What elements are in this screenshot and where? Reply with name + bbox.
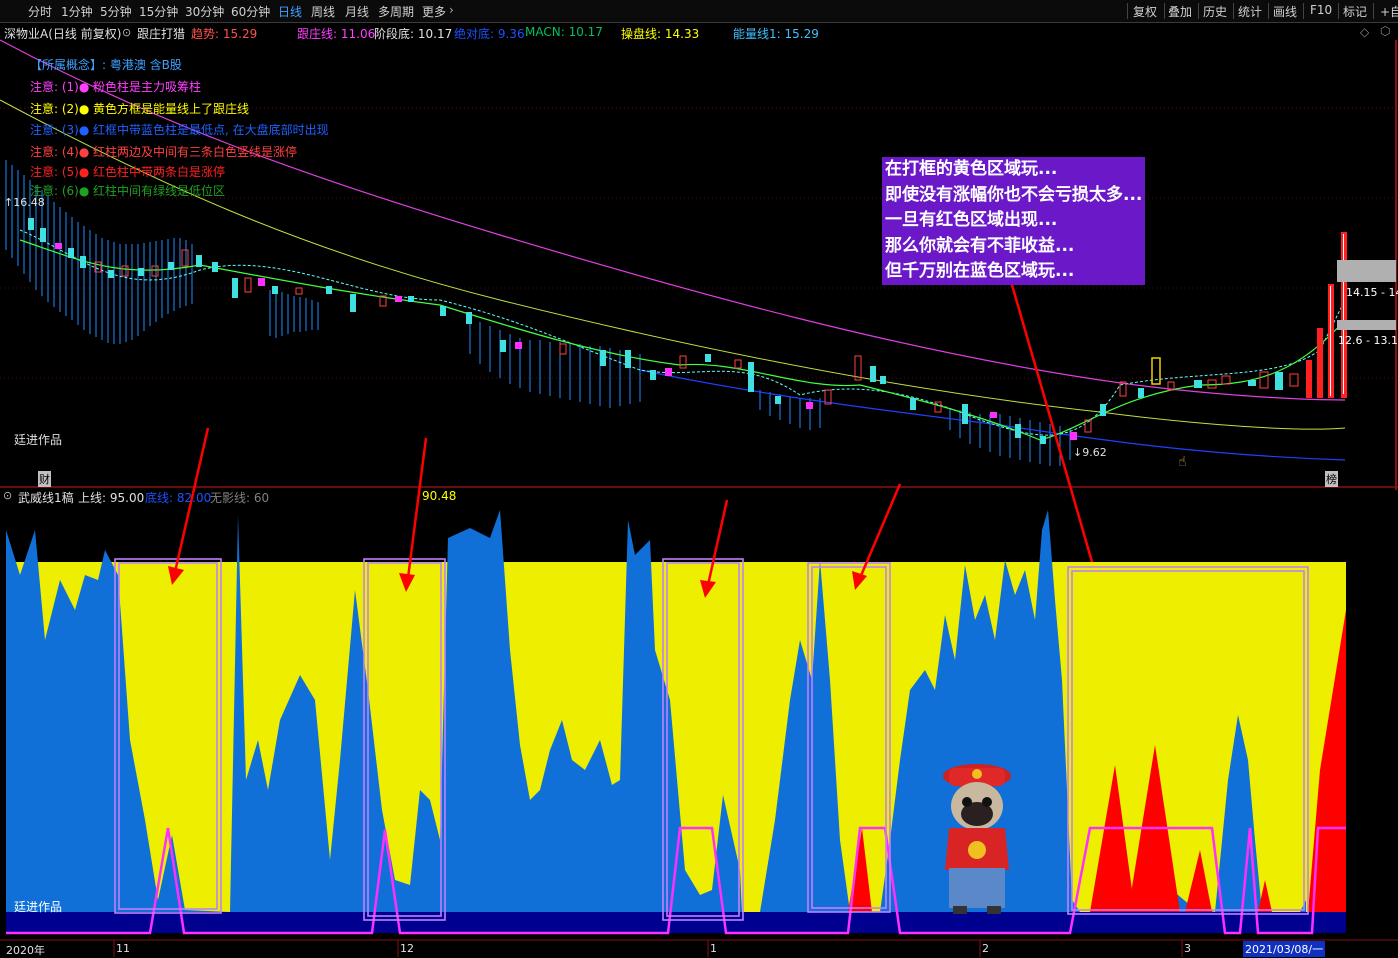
callout-line-4: 那么你就会有不菲收益...: [885, 235, 1075, 256]
header-caopan: 操盘线: 14.33: [621, 27, 700, 41]
header-genzhuang: 跟庄线: 11.06: [297, 27, 376, 41]
header-jieduandi: 阶段底: 10.17: [374, 27, 453, 41]
indicator-settings-icon[interactable]: ⊙: [122, 26, 131, 39]
date-label-dec: 12: [400, 942, 414, 955]
callout-line-3: 一旦有红色区域出现...: [885, 210, 1058, 230]
note-text-3: 红框中带蓝色柱是最低点, 在大盘底部时出现: [93, 123, 329, 137]
note-prefix-4: 注意: (4)●: [30, 145, 90, 159]
range-label-lower: 12.6 - 13.11: [1338, 334, 1398, 347]
hand-cursor-icon: ☝: [1178, 454, 1187, 470]
note-prefix-2: 注意: (2)●: [30, 102, 90, 116]
callout-line-5: 但千万别在蓝色区域玩...: [885, 261, 1075, 281]
author-label-main: 廷进作品: [14, 433, 63, 447]
subpanel-settings-icon[interactable]: ⊙: [3, 489, 12, 502]
date-label-jan: 1: [710, 942, 717, 955]
note-text-4: 红柱两边及中间有三条白色竖线是涨停: [93, 145, 298, 159]
ma-green-line: [19, 239, 1346, 441]
range-label-upper: 14.15 - 14: [1346, 286, 1398, 299]
subpanel-shangxian: 上线: 95.00: [78, 491, 145, 505]
price-box-lower: [1337, 320, 1396, 330]
header-macn: MACN: 10.17: [525, 25, 603, 39]
subpanel-wuying: 无影线: 60: [210, 491, 270, 505]
note-prefix-3: 注意: (3)●: [30, 123, 90, 137]
candles: [28, 218, 1347, 444]
low-price-label: ↓9.62: [1073, 446, 1107, 459]
subpanel-name[interactable]: 武威线1稿: [18, 489, 74, 506]
note-text-2: 黄色方框是能量线上了跟庄线: [93, 102, 250, 116]
indicator-name[interactable]: 跟庄打猎: [137, 25, 185, 42]
header-qushi: 趋势: 15.29: [191, 27, 258, 41]
pug-mascot-image: [943, 764, 1011, 914]
date-label-feb: 2: [982, 942, 989, 955]
date-label-mar: 3: [1184, 942, 1191, 955]
cursor-date-label: 2021/03/08/一: [1243, 941, 1326, 957]
note-prefix-1: 注意: (1)●: [30, 80, 90, 94]
strategy-callout: 在打框的黄色区域玩... 即使没有涨幅你也不会亏损太多... 一旦有红色区域出现…: [882, 157, 1146, 285]
price-box-upper: [1337, 260, 1396, 282]
note-text-6: 红柱中间有绿线是低位区: [93, 184, 226, 198]
date-label-2020: 2020年: [6, 944, 45, 957]
date-label-nov: 11: [116, 942, 130, 955]
ranking-marker[interactable]: 榜: [1325, 471, 1338, 487]
ma-cyan-dashed-line: [19, 229, 1346, 436]
callout-line-2: 即使没有涨幅你也不会亏损太多...: [885, 184, 1143, 205]
author-label-sub: 廷进作品: [14, 900, 63, 914]
concept-note: 【所属概念】: 粤港澳 含B股: [30, 58, 182, 72]
collapse-icon[interactable]: ◇: [1360, 25, 1369, 39]
subpanel-dixian: 底线: 82.00: [145, 491, 212, 505]
navy-band: [6, 912, 1346, 933]
note-prefix-5: 注意: (5)●: [30, 165, 90, 179]
header-nengliang: 能量线1: 15.29: [733, 27, 819, 41]
subpanel-value: 90.48: [422, 489, 457, 503]
note-text-5: 红色柱中带两条白是涨停: [93, 165, 226, 179]
finance-marker[interactable]: 财: [38, 471, 51, 487]
stock-title: 深物业A(日线 前复权): [4, 27, 122, 41]
header-juedui: 绝对底: 9.36: [454, 27, 525, 41]
high-price-label: ↑16.48: [4, 196, 45, 209]
expand-icon[interactable]: ⬡: [1380, 24, 1390, 38]
callout-line-1: 在打框的黄色区域玩...: [885, 159, 1058, 179]
note-text-1: 粉色柱是主力吸筹柱: [93, 80, 202, 94]
